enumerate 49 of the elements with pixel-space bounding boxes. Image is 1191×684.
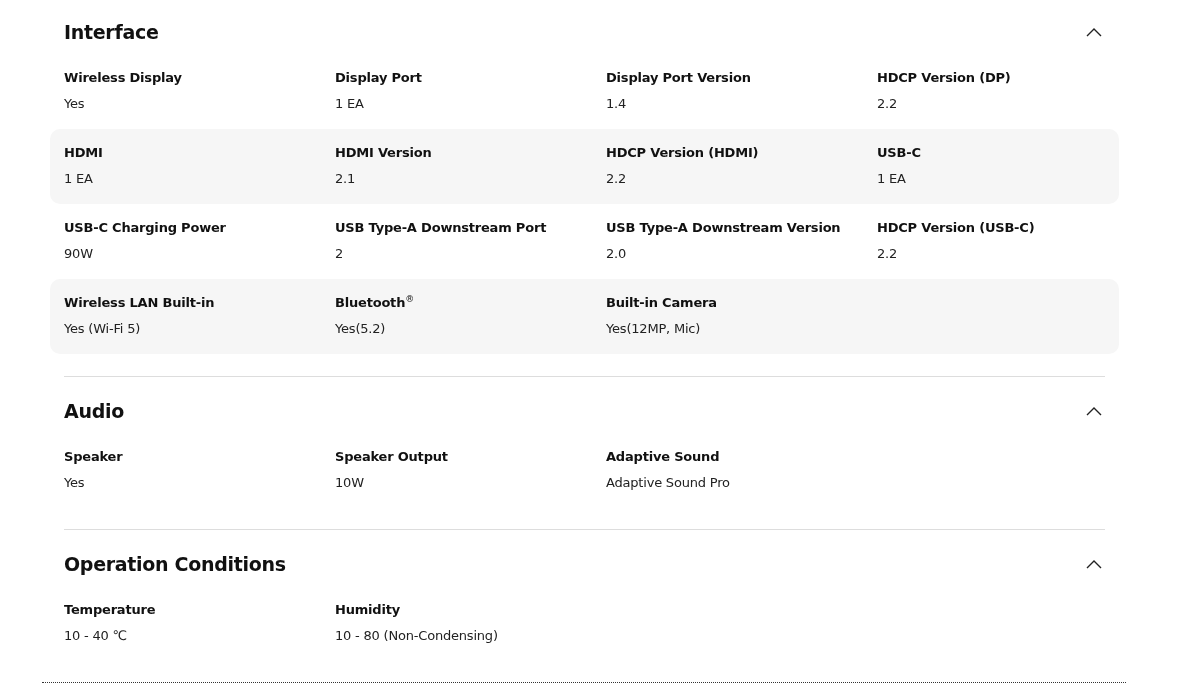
spec-label: HDCP Version (USB-C) [877, 219, 1035, 237]
spec-label: Temperature [64, 601, 156, 619]
chevron-up-icon [1086, 27, 1102, 37]
section-title: Interface [64, 20, 159, 45]
spec-value: 2.2 [877, 245, 898, 263]
spec-value: 10W [335, 474, 364, 492]
spec-label: HDCP Version (DP) [877, 69, 1011, 87]
spec-value: Yes [64, 95, 85, 113]
spec-label: Humidity [335, 601, 400, 619]
spec-value: 10 - 80 (Non-Condensing) [335, 627, 498, 645]
spec-value: Yes(5.2) [335, 320, 386, 338]
chevron-up-icon [1086, 406, 1102, 416]
spec-value: 1.4 [606, 95, 627, 113]
spec-label: HDCP Version (HDMI) [606, 144, 759, 162]
spec-label: Wireless LAN Built-in [64, 294, 215, 312]
collapse-toggle[interactable] [1086, 406, 1102, 416]
spec-label: Speaker Output [335, 448, 448, 466]
spec-value: 1 EA [335, 95, 364, 113]
spec-label: HDMI Version [335, 144, 432, 162]
spec-value: 2.0 [606, 245, 627, 263]
spec-label: HDMI [64, 144, 103, 162]
spec-value: 2 [335, 245, 344, 263]
spec-value: 1 EA [64, 170, 93, 188]
spec-value: Yes(12MP, Mic) [606, 320, 701, 338]
chevron-up-icon [1086, 559, 1102, 569]
spec-label: Speaker [64, 448, 123, 466]
section-title: Audio [64, 399, 124, 424]
spec-value: 2.2 [606, 170, 627, 188]
collapse-toggle[interactable] [1086, 559, 1102, 569]
spec-value: 1 EA [877, 170, 906, 188]
spec-label: Bluetooth$^{®}$ [335, 293, 414, 312]
spec-label: Display Port [335, 69, 422, 87]
spec-label: Display Port Version [606, 69, 751, 87]
spec-label: Adaptive Sound [606, 448, 720, 466]
spec-value: Adaptive Sound Pro [606, 474, 730, 492]
collapse-toggle[interactable] [1086, 27, 1102, 37]
spec-value: 90W [64, 245, 93, 263]
spec-value: Yes (Wi-Fi 5) [64, 320, 141, 338]
spec-value: 2.1 [335, 170, 356, 188]
section-title: Operation Conditions [64, 552, 286, 577]
spec-label: USB Type-A Downstream Version [606, 219, 841, 237]
spec-label: USB Type-A Downstream Port [335, 219, 547, 237]
spec-value: Yes [64, 474, 85, 492]
spec-label: Wireless Display [64, 69, 182, 87]
spec-label: USB-C [877, 144, 921, 162]
spec-label: USB-C Charging Power [64, 219, 226, 237]
spec-label: Built-in Camera [606, 294, 717, 312]
spec-value: 2.2 [877, 95, 898, 113]
spec-value: 10 - 40 ℃ [64, 627, 127, 645]
